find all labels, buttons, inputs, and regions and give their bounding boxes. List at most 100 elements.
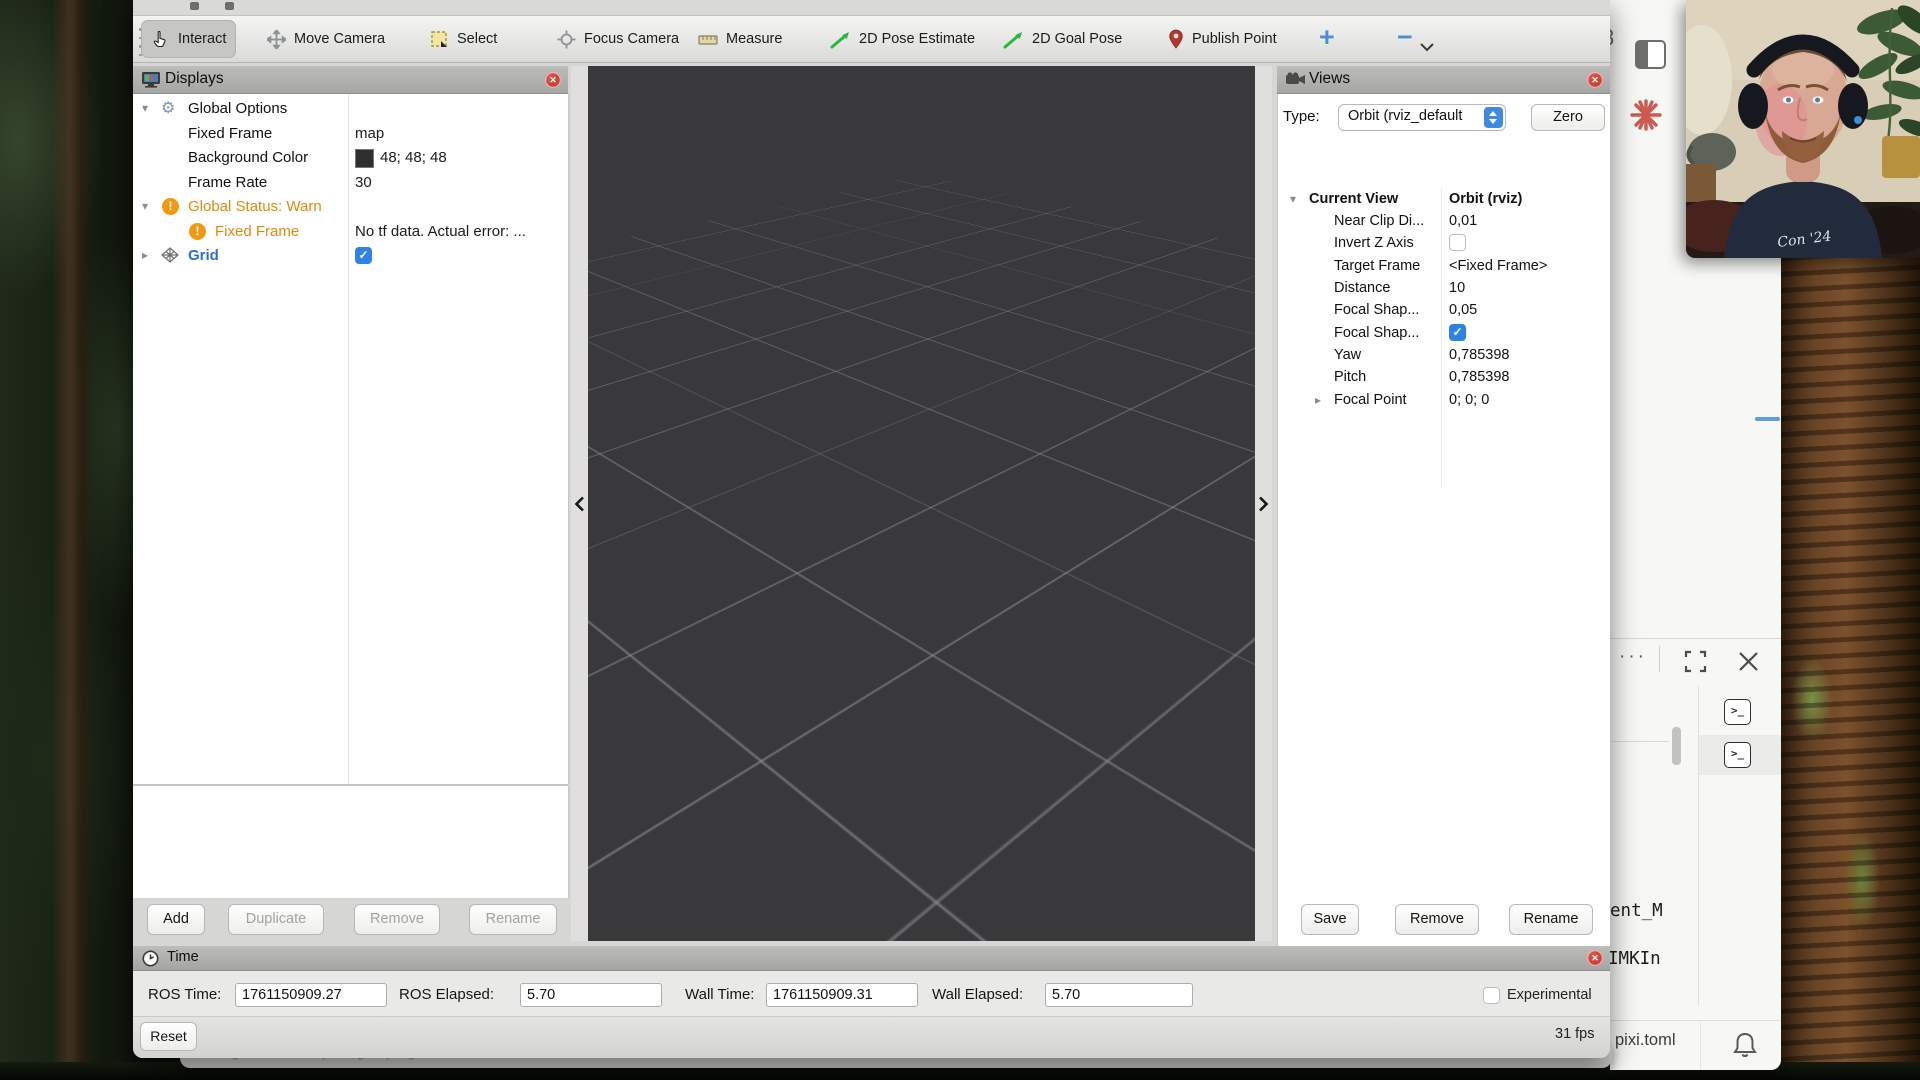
- clock-icon: [142, 950, 159, 967]
- tool-move-camera[interactable]: Move Camera: [257, 20, 395, 58]
- add-display-button[interactable]: Add: [147, 904, 205, 935]
- grid-enabled-checkbox[interactable]: ✓: [355, 247, 372, 264]
- row-value[interactable]: 30: [355, 170, 372, 195]
- fps-counter: 31 fps: [1555, 1026, 1595, 1042]
- close-panel-button[interactable]: [1587, 950, 1603, 966]
- tool-measure[interactable]: Measure: [688, 20, 792, 58]
- tree-row-invert-z[interactable]: Invert Z Axis: [1278, 232, 1610, 254]
- displays-panel-header[interactable]: Displays: [133, 66, 568, 94]
- tree-row-frame-rate[interactable]: Frame Rate 30: [133, 170, 568, 195]
- chevron-right-icon[interactable]: ▸: [1311, 389, 1325, 411]
- tree-row-focal-point[interactable]: ▸ Focal Point 0; 0; 0: [1278, 389, 1610, 411]
- terminal-item-icon[interactable]: >_: [1724, 699, 1751, 725]
- add-tool-button[interactable]: +: [1319, 22, 1335, 52]
- tree-row-background-color[interactable]: Background Color 48; 48; 48: [133, 145, 568, 170]
- chevron-down-icon[interactable]: ▾: [138, 96, 152, 121]
- bell-icon[interactable]: [1732, 1030, 1758, 1060]
- displays-tree[interactable]: ▾ ⚙ Global Options Fixed Frame map Backg…: [133, 94, 569, 784]
- scrollbar-thumb[interactable]: [1672, 727, 1681, 765]
- row-value[interactable]: <Fixed Frame>: [1449, 255, 1547, 277]
- time-panel-header[interactable]: Time: [133, 946, 1610, 971]
- ros-time-input[interactable]: [235, 983, 387, 1007]
- panel-title: Views: [1309, 70, 1350, 88]
- duplicate-display-button[interactable]: Duplicate: [228, 904, 324, 935]
- save-view-button[interactable]: Save: [1301, 904, 1359, 935]
- row-value[interactable]: 0,05: [1449, 299, 1477, 321]
- tree-row-global-options[interactable]: ▾ ⚙ Global Options: [133, 96, 568, 121]
- row-value[interactable]: 0,785398: [1449, 344, 1509, 366]
- close-panel-button[interactable]: [1587, 72, 1603, 88]
- statusbar-divider: [1610, 1020, 1781, 1021]
- color-swatch[interactable]: [355, 149, 374, 168]
- row-label: Target Frame: [1334, 255, 1420, 277]
- tree-row-yaw[interactable]: Yaw 0,785398: [1278, 344, 1610, 366]
- ros-elapsed-label: ROS Elapsed:: [399, 986, 494, 1003]
- tool-label: 2D Goal Pose: [1032, 31, 1122, 47]
- tree-row-global-status[interactable]: ▾ ! Global Status: Warn: [133, 194, 568, 219]
- tree-row-fixed-frame-warning[interactable]: ! Fixed Frame No tf data. Actual error: …: [133, 219, 568, 244]
- row-value[interactable]: 0,01: [1449, 210, 1477, 232]
- remove-display-button[interactable]: Remove: [354, 904, 440, 935]
- remove-view-button[interactable]: Remove: [1395, 904, 1479, 935]
- terminal-item-icon[interactable]: >_: [1724, 742, 1751, 768]
- tool-2d-goal-pose[interactable]: 2D Goal Pose: [993, 20, 1132, 58]
- tree-row-fixed-frame[interactable]: Fixed Frame map: [133, 121, 568, 146]
- tree-row-pitch[interactable]: Pitch 0,785398: [1278, 366, 1610, 388]
- sidebar-toggle-icon[interactable]: [1635, 40, 1666, 69]
- more-actions-icon[interactable]: ···: [1619, 646, 1647, 668]
- focal-shape-checkbox[interactable]: ✓: [1449, 324, 1466, 341]
- maximize-panel-icon[interactable]: [1683, 649, 1708, 674]
- tool-publish-point[interactable]: Publish Point: [1158, 20, 1287, 58]
- dropdown-spinner-icon: [1484, 107, 1503, 128]
- tool-select[interactable]: Select: [420, 20, 507, 58]
- tree-row-near-clip[interactable]: Near Clip Di... 0,01: [1278, 210, 1610, 232]
- tree-row-current-view[interactable]: ▾ Current View Orbit (rviz): [1278, 188, 1610, 210]
- zero-button[interactable]: Zero: [1531, 104, 1605, 131]
- chevron-down-icon[interactable]: ▾: [138, 194, 152, 219]
- tree-row-focal-shape-size[interactable]: Focal Shap... 0,05: [1278, 299, 1610, 321]
- tree-row-distance[interactable]: Distance 10: [1278, 277, 1610, 299]
- tool-focus-camera[interactable]: Focus Camera: [547, 20, 689, 58]
- tree-row-focal-shape-fixed[interactable]: Focal Shap... ✓: [1278, 322, 1610, 344]
- collapse-left-panel-handle[interactable]: [571, 66, 588, 941]
- green-arrow-icon: [1003, 30, 1024, 49]
- tool-label: Select: [457, 31, 497, 47]
- tool-2d-pose-estimate[interactable]: 2D Pose Estimate: [820, 20, 985, 58]
- row-value[interactable]: 10: [1449, 277, 1465, 299]
- tool-interact[interactable]: Interact: [141, 20, 236, 58]
- reset-button[interactable]: Reset: [140, 1022, 197, 1051]
- toolbar-overflow-chevron-icon[interactable]: [1419, 42, 1435, 52]
- close-panel-button[interactable]: [545, 72, 561, 88]
- panel-divider: [1610, 638, 1781, 639]
- row-value[interactable]: 48; 48; 48: [380, 145, 447, 170]
- row-label: Focal Shap...: [1334, 322, 1419, 344]
- views-body: Type: Orbit (rviz_default Zero ▾ Current…: [1277, 94, 1610, 946]
- row-value[interactable]: map: [355, 121, 384, 146]
- tree-row-grid[interactable]: ▸ Grid ✓: [133, 243, 568, 268]
- views-panel-header[interactable]: Views: [1277, 66, 1610, 94]
- wall-time-input[interactable]: [766, 983, 918, 1007]
- chevron-down-icon[interactable]: ▾: [1286, 188, 1300, 210]
- remove-tool-button[interactable]: −: [1397, 22, 1413, 52]
- experimental-checkbox[interactable]: [1483, 987, 1500, 1004]
- invert-z-checkbox[interactable]: [1449, 234, 1466, 251]
- collapse-right-panel-handle[interactable]: [1255, 66, 1272, 941]
- row-value[interactable]: 0; 0; 0: [1449, 389, 1489, 411]
- asterisk-icon[interactable]: [1629, 98, 1663, 132]
- view-type-dropdown[interactable]: Orbit (rviz_default: [1338, 104, 1506, 131]
- warning-icon: !: [189, 223, 206, 240]
- close-panel-icon[interactable]: [1736, 649, 1761, 674]
- chevron-right-icon[interactable]: ▸: [138, 243, 152, 268]
- rename-display-button[interactable]: Rename: [469, 904, 557, 935]
- ros-elapsed-input[interactable]: [520, 983, 662, 1007]
- wall-elapsed-input[interactable]: [1045, 983, 1193, 1007]
- row-value[interactable]: 0,785398: [1449, 366, 1509, 388]
- tree-row-target-frame[interactable]: Target Frame <Fixed Frame>: [1278, 255, 1610, 277]
- row-label: Fixed Frame: [188, 121, 272, 146]
- time-panel: Time ROS Time: ROS Elapsed: Wall Time: W…: [133, 946, 1610, 1058]
- row-label: Current View: [1309, 188, 1398, 210]
- divider: [1659, 646, 1660, 672]
- rename-view-button[interactable]: Rename: [1509, 904, 1593, 935]
- 3d-viewport[interactable]: [588, 66, 1255, 941]
- desktop: 8 ··· >_ >_ ent_M IMKIn p: [0, 0, 1920, 1080]
